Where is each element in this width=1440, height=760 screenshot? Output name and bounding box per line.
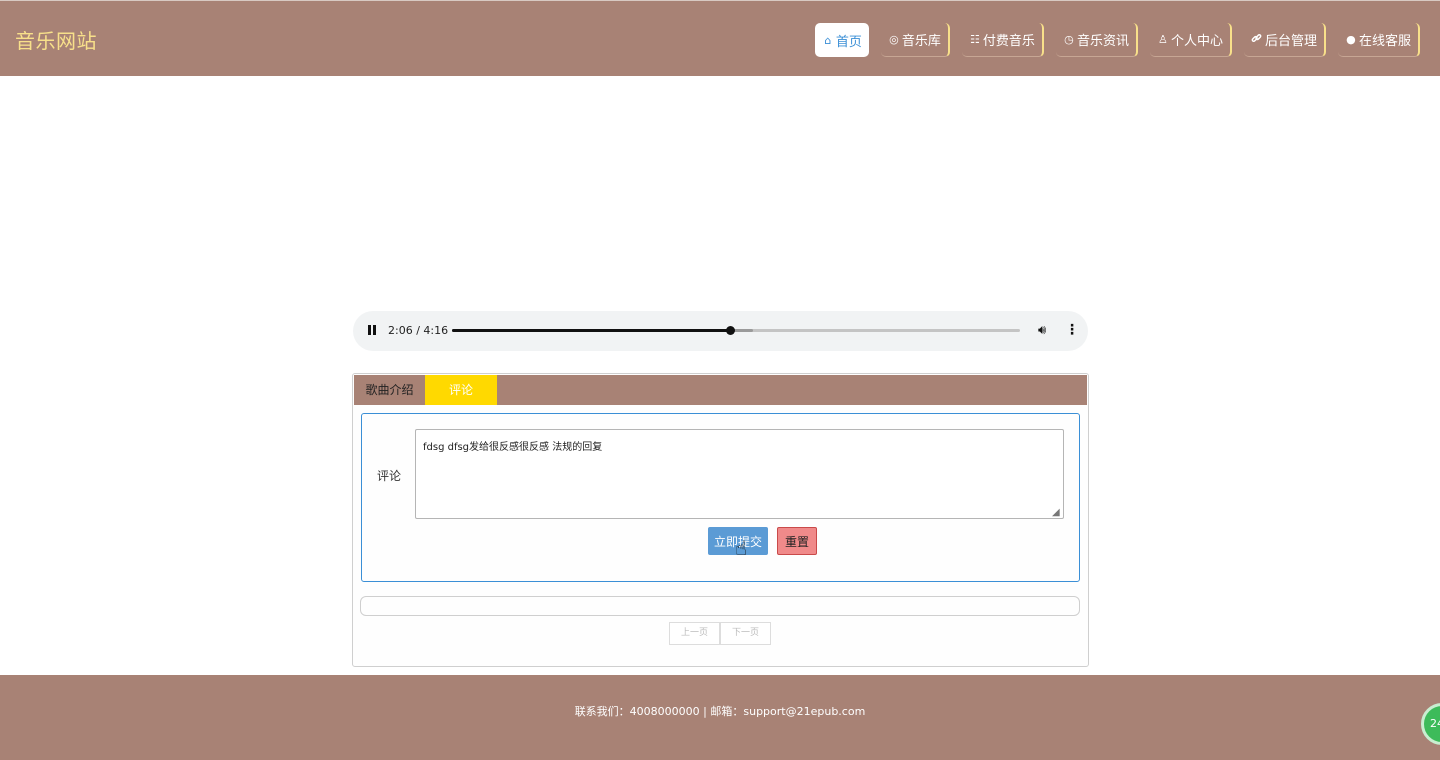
- nav-online-support-label: 在线客服: [1358, 34, 1411, 49]
- comment-form: 评论 ◢ 立即提交 重置 ☝: [361, 413, 1080, 582]
- panel-tabs: 歌曲介绍 评论: [354, 375, 1087, 405]
- prev-page-button[interactable]: 上一页: [669, 622, 720, 645]
- paid-music-icon: ☷: [969, 33, 980, 46]
- reset-button[interactable]: 重置: [777, 527, 817, 555]
- home-icon: ⌂: [824, 33, 832, 47]
- nav-music-library[interactable]: ◎ 音乐库: [880, 23, 950, 57]
- user-icon: ♙: [1158, 33, 1168, 46]
- nav-paid-music[interactable]: ☷ 付费音乐: [961, 23, 1044, 57]
- nav-paid-music-label: 付费音乐: [982, 34, 1035, 49]
- nav-admin[interactable]: 后台管理: [1243, 23, 1326, 57]
- resize-handle-icon[interactable]: ◢: [1052, 507, 1060, 518]
- audio-player: 2:06 / 4:16 🔊︎ ⋮: [353, 311, 1088, 351]
- link-icon: [1251, 33, 1263, 47]
- top-navbar: 音乐网站 ⌂ 首页 ◎ 音乐库 ☷ 付费音乐 ◷ 音乐资讯 ♙ 个人中心 后台管…: [0, 0, 1440, 76]
- comment-label: 评论: [377, 469, 402, 483]
- comment-textarea[interactable]: [415, 429, 1064, 519]
- main-nav: ⌂ 首页 ◎ 音乐库 ☷ 付费音乐 ◷ 音乐资讯 ♙ 个人中心 后台管理 ● 在…: [814, 23, 1420, 57]
- site-title[interactable]: 音乐网站: [15, 25, 97, 54]
- news-icon: ◷: [1064, 33, 1074, 46]
- pause-icon[interactable]: [368, 325, 378, 337]
- link-icon-shape: [1252, 33, 1262, 42]
- nav-home[interactable]: ⌂ 首页: [814, 23, 869, 57]
- nav-music-news-label: 音乐资讯: [1076, 34, 1129, 49]
- tab-comments[interactable]: 评论: [425, 375, 497, 405]
- music-library-icon: ◎: [889, 33, 899, 46]
- nav-personal-center-label: 个人中心: [1170, 34, 1223, 49]
- site-footer: 联系我们：4008000000 | 邮箱：support@21epub.com: [0, 675, 1440, 760]
- more-options-icon[interactable]: ⋮: [1065, 322, 1079, 338]
- nav-music-library-label: 音乐库: [901, 34, 941, 49]
- played-range: [452, 329, 731, 332]
- seek-bar[interactable]: [452, 326, 1020, 335]
- pause-bar-left: [368, 325, 371, 335]
- next-page-button[interactable]: 下一页: [720, 622, 771, 645]
- pagination: 上一页 下一页: [669, 622, 771, 645]
- volume-icon[interactable]: 🔊︎: [1038, 323, 1046, 338]
- tab-song-intro[interactable]: 歌曲介绍: [354, 375, 425, 405]
- comment-list-box: [360, 596, 1080, 616]
- nav-music-news[interactable]: ◷ 音乐资讯: [1055, 23, 1138, 57]
- pause-bar-right: [373, 325, 376, 335]
- footer-contact: 联系我们：4008000000 | 邮箱：support@21epub.com: [574, 705, 866, 718]
- song-detail-panel: 歌曲介绍 评论 评论 ◢ 立即提交 重置 ☝ 上一页 下一页: [352, 373, 1089, 667]
- nav-online-support[interactable]: ● 在线客服: [1337, 23, 1420, 57]
- nav-home-label: 首页: [835, 34, 862, 50]
- hand-cursor-icon: ☝: [735, 536, 748, 560]
- seek-thumb[interactable]: [726, 326, 736, 335]
- nav-admin-label: 后台管理: [1264, 34, 1317, 49]
- nav-personal-center[interactable]: ♙ 个人中心: [1149, 23, 1232, 57]
- support-icon: ●: [1346, 33, 1356, 46]
- playback-time: 2:06 / 4:16: [388, 324, 449, 337]
